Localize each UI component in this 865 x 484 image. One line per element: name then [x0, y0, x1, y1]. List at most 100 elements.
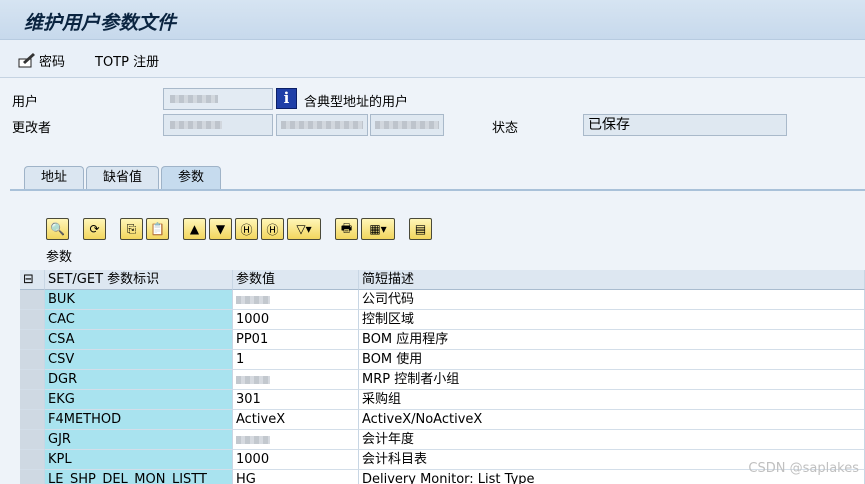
details-icon[interactable]: 🔍 — [46, 218, 69, 240]
changed-time-field — [370, 114, 444, 136]
row-selector[interactable] — [20, 450, 45, 470]
changed-by-field — [163, 114, 273, 136]
row-selector[interactable] — [20, 390, 45, 410]
tab-strip: 地址 缺省值 参数 — [24, 166, 223, 190]
parameter-value-cell[interactable]: 1 — [233, 350, 359, 370]
application-toolbar: 密码 TOTP 注册 — [0, 40, 865, 78]
page-title: 维护用户参数文件 — [24, 12, 177, 34]
find-icon[interactable]: Ⓗ — [235, 218, 258, 240]
redacted-value — [236, 435, 270, 444]
parameter-id-cell[interactable]: EKG — [45, 390, 233, 410]
table-row[interactable]: KPL 1000 会计科目表 — [20, 450, 865, 470]
redacted-value — [375, 121, 439, 129]
description-cell: 控制区域 — [359, 310, 865, 330]
parameter-id-cell[interactable]: DGR — [45, 370, 233, 390]
column-header-description[interactable]: 简短描述 — [359, 270, 865, 290]
password-button[interactable]: 密码 — [18, 50, 65, 70]
table-row[interactable]: EKG 301 采购组 — [20, 390, 865, 410]
row-selector[interactable] — [20, 330, 45, 350]
parameter-id-cell[interactable]: LE_SHP_DEL_MON_LISTT — [45, 470, 233, 484]
table-row[interactable]: CSA PP01 BOM 应用程序 — [20, 330, 865, 350]
redacted-value — [236, 295, 270, 304]
password-label: 密码 — [39, 54, 66, 70]
redacted-value — [236, 375, 270, 384]
table-row[interactable]: BUK 公司代码 — [20, 290, 865, 310]
description-cell: BOM 应用程序 — [359, 330, 865, 350]
parameter-id-cell[interactable]: GJR — [45, 430, 233, 450]
row-selector[interactable] — [20, 350, 45, 370]
parameter-value-cell[interactable]: 1000 — [233, 310, 359, 330]
parameter-value-cell[interactable] — [233, 430, 359, 450]
tab-divider — [10, 189, 865, 191]
column-header-parameter-id[interactable]: SET/GET 参数标识 — [45, 270, 233, 290]
description-cell: MRP 控制者小组 — [359, 370, 865, 390]
redacted-value — [281, 121, 363, 129]
row-selector[interactable] — [20, 430, 45, 450]
watermark: CSDN @saplakes — [748, 461, 859, 476]
parameter-value-cell[interactable] — [233, 370, 359, 390]
sort-descending-icon[interactable]: ▼ — [209, 218, 232, 240]
row-selector[interactable] — [20, 470, 45, 484]
parameter-id-cell[interactable]: F4METHOD — [45, 410, 233, 430]
refresh-icon[interactable]: ⟳ — [83, 218, 106, 240]
totp-label: TOTP 注册 — [95, 54, 160, 70]
user-label: 用户 — [12, 95, 39, 110]
copy-icon[interactable]: ⎘ — [120, 218, 143, 240]
parameter-id-cell[interactable]: CSV — [45, 350, 233, 370]
description-cell: 公司代码 — [359, 290, 865, 310]
status-label: 状态 — [492, 121, 519, 136]
parameter-value-cell[interactable]: ActiveX — [233, 410, 359, 430]
redacted-value — [170, 121, 222, 129]
paste-icon[interactable]: 📋 — [146, 218, 169, 240]
title-bar: 维护用户参数文件 — [0, 0, 865, 40]
table-row[interactable]: CAC 1000 控制区域 — [20, 310, 865, 330]
sort-ascending-icon[interactable]: ▲ — [183, 218, 206, 240]
table-row[interactable]: LE_SHP_DEL_MON_LISTT HG Delivery Monitor: … — [20, 470, 865, 484]
changed-date-field — [276, 114, 368, 136]
user-type-text: 含典型地址的用户 — [304, 95, 409, 110]
layout-icon[interactable]: ▦▾ — [361, 218, 395, 240]
redacted-value — [170, 95, 218, 103]
parameter-value-cell[interactable]: 301 — [233, 390, 359, 410]
grid-header-row: ⊟ SET/GET 参数标识 参数值 简短描述 — [20, 270, 865, 290]
row-selector[interactable] — [20, 290, 45, 310]
find-next-icon[interactable]: Ⓗ — [261, 218, 284, 240]
tab-address[interactable]: 地址 — [24, 166, 85, 190]
main-area: 用户 i 含典型地址的用户 更改者 状态 已保存 地址 缺省值 参数 🔍 ⟳ ⎘… — [0, 78, 865, 484]
parameter-value-cell[interactable]: HG — [233, 470, 359, 484]
table-row[interactable]: GJR 会计年度 — [20, 430, 865, 450]
description-cell: 采购组 — [359, 390, 865, 410]
grid-toolbar: 🔍 ⟳ ⎘ 📋 ▲ ▼ Ⓗ Ⓗ ▽▾ 🖶 ▦▾ ▤ — [46, 217, 432, 241]
totp-register-button[interactable]: TOTP 注册 — [95, 50, 159, 70]
row-selector[interactable] — [20, 310, 45, 330]
grid-title: 参数 — [46, 250, 73, 265]
parameter-id-cell[interactable]: KPL — [45, 450, 233, 470]
parameter-id-cell[interactable]: CSA — [45, 330, 233, 350]
status-field: 已保存 — [583, 114, 787, 136]
changed-by-label: 更改者 — [12, 121, 52, 136]
parameter-value-cell[interactable] — [233, 290, 359, 310]
parameter-id-cell[interactable]: CAC — [45, 310, 233, 330]
select-all-icon[interactable]: ⊟ — [20, 270, 45, 290]
parameters-grid: ⊟ SET/GET 参数标识 参数值 简短描述 BUK 公司代码 CAC 1000 控制… — [20, 270, 865, 484]
print-icon[interactable]: 🖶 — [335, 218, 358, 240]
info-icon[interactable]: i — [276, 88, 297, 109]
table-row[interactable]: DGR MRP 控制者小组 — [20, 370, 865, 390]
export-icon[interactable]: ▤ — [409, 218, 432, 240]
parameter-value-cell[interactable]: PP01 — [233, 330, 359, 350]
parameter-value-cell[interactable]: 1000 — [233, 450, 359, 470]
tab-defaults[interactable]: 缺省值 — [86, 166, 160, 190]
tab-parameters[interactable]: 参数 — [161, 166, 222, 190]
filter-icon[interactable]: ▽▾ — [287, 218, 321, 240]
description-cell: BOM 使用 — [359, 350, 865, 370]
description-cell: ActiveX/NoActiveX — [359, 410, 865, 430]
description-cell: 会计年度 — [359, 430, 865, 450]
parameter-id-cell[interactable]: BUK — [45, 290, 233, 310]
row-selector[interactable] — [20, 370, 45, 390]
column-header-value[interactable]: 参数值 — [233, 270, 359, 290]
edit-pen-icon — [18, 52, 36, 68]
row-selector[interactable] — [20, 410, 45, 430]
user-field[interactable] — [163, 88, 273, 110]
table-row[interactable]: F4METHOD ActiveX ActiveX/NoActiveX — [20, 410, 865, 430]
table-row[interactable]: CSV 1 BOM 使用 — [20, 350, 865, 370]
